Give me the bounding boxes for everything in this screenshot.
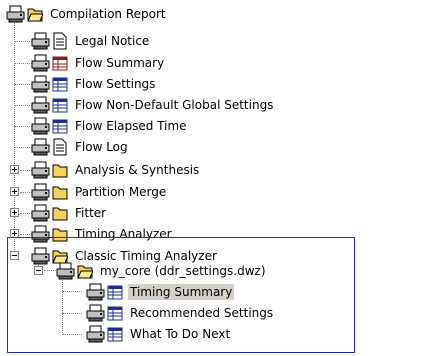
printer-icon <box>31 183 50 201</box>
tree-item-flow-non-default-global-settings[interactable]: Flow Non-Default Global Settings <box>0 94 436 116</box>
printer-icon <box>31 204 50 222</box>
printer-icon <box>6 5 25 23</box>
printer-icon <box>31 75 50 93</box>
tree-item-label: Recommended Settings <box>130 306 274 320</box>
table-icon <box>52 77 68 92</box>
tree-item-flow-summary[interactable]: Flow Summary <box>0 52 436 74</box>
tree-item-label: Flow Settings <box>75 77 156 91</box>
tree-item-timing-analyzer[interactable]: Timing Analyzer <box>0 223 436 245</box>
table-icon <box>107 285 123 300</box>
tree-item-partition-merge[interactable]: Partition Merge <box>0 181 436 203</box>
tree-item-label: Fitter <box>75 206 107 220</box>
tree-item-label: Analysis & Synthesis <box>75 163 200 177</box>
printer-icon <box>56 262 75 280</box>
table-icon <box>52 119 68 134</box>
tree-item-label: Compilation Report <box>50 7 166 21</box>
tree-item-timing-summary[interactable]: Timing Summary <box>0 281 436 303</box>
tree-item-label: Timing Analyzer <box>75 227 172 241</box>
printer-icon <box>31 117 50 135</box>
tree-item-recommended-settings[interactable]: Recommended Settings <box>0 302 436 324</box>
tree-item-analysis-synthesis[interactable]: Analysis & Synthesis <box>0 159 436 181</box>
table-icon <box>107 306 123 321</box>
folder-icon <box>52 186 68 200</box>
tree-item-legal-notice[interactable]: Legal Notice <box>0 30 436 52</box>
folder-icon <box>52 228 68 242</box>
tree-item-label: Flow Elapsed Time <box>75 119 187 133</box>
printer-icon <box>31 96 50 114</box>
document-icon <box>53 32 67 50</box>
tree-item-my-core[interactable]: my_core (ddr_settings.dwz) <box>0 260 436 282</box>
folder-icon <box>52 164 68 178</box>
printer-icon <box>86 283 105 301</box>
tree-item-label: Flow Summary <box>75 56 165 70</box>
tree-item-flow-settings[interactable]: Flow Settings <box>0 73 436 95</box>
printer-icon <box>31 161 50 179</box>
tree-item-flow-elapsed-time[interactable]: Flow Elapsed Time <box>0 115 436 137</box>
summary-table-icon <box>52 56 68 71</box>
printer-icon <box>86 325 105 343</box>
tree-item-label: Flow Non-Default Global Settings <box>75 98 274 112</box>
tree-item-label: Timing Summary <box>128 284 235 300</box>
document-icon <box>53 138 67 156</box>
tree-item-compilation-report[interactable]: Compilation Report <box>0 3 436 25</box>
folder-open-icon <box>77 265 93 279</box>
folder-icon <box>52 207 68 221</box>
printer-icon <box>31 54 50 72</box>
tree-item-label: Flow Log <box>75 140 128 154</box>
tree-item-label: Legal Notice <box>75 34 150 48</box>
printer-icon <box>86 304 105 322</box>
table-icon <box>52 98 68 113</box>
printer-icon <box>31 225 50 243</box>
table-icon <box>107 327 123 342</box>
tree-item-label: Partition Merge <box>75 185 167 199</box>
tree-item-flow-log[interactable]: Flow Log <box>0 136 436 158</box>
tree-item-label: What To Do Next <box>130 327 231 341</box>
printer-icon <box>31 32 50 50</box>
tree-item-label: my_core (ddr_settings.dwz) <box>100 264 266 278</box>
folder-open-icon <box>27 8 43 22</box>
tree-item-fitter[interactable]: Fitter <box>0 202 436 224</box>
tree-item-what-to-do-next[interactable]: What To Do Next <box>0 323 436 345</box>
printer-icon <box>31 138 50 156</box>
report-tree: Compilation Report Legal Notice Flow Sum… <box>0 0 436 356</box>
